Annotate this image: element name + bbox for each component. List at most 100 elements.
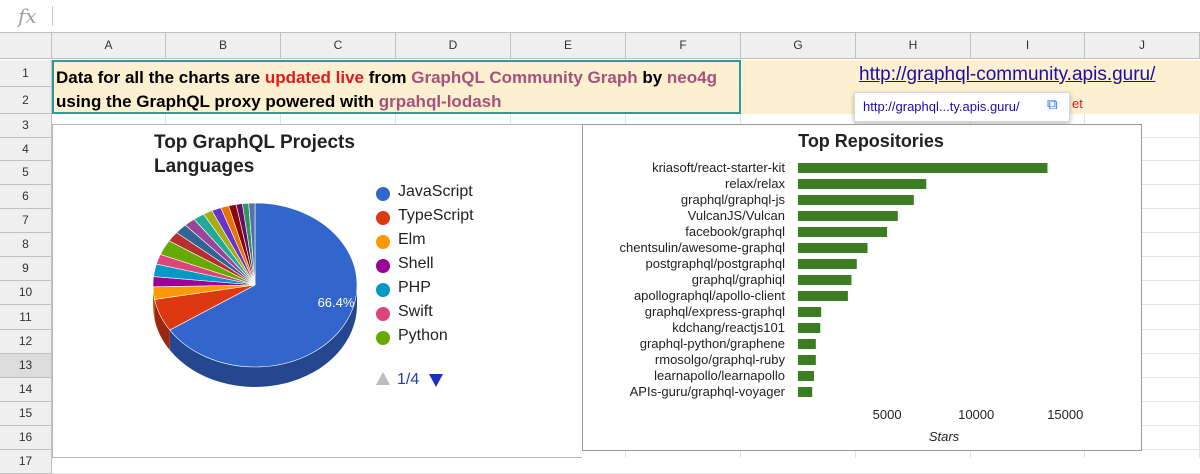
legend-label: Swift xyxy=(398,303,433,321)
row-header-11[interactable]: 11 xyxy=(0,305,52,330)
banner-text-part: by xyxy=(638,68,667,87)
row-header-3[interactable]: 3 xyxy=(0,114,52,138)
open-in-new-icon[interactable]: ⧉ xyxy=(1047,96,1058,113)
row-header-10[interactable]: 10 xyxy=(0,281,52,305)
banner-text: Data for all the charts are updated live… xyxy=(56,66,740,114)
legend-page-indicator: 1/4 xyxy=(397,371,419,389)
bar-label: learnapollo/learnapollo xyxy=(654,368,785,383)
row-header-7[interactable]: 7 xyxy=(0,209,52,233)
legend-next-page-icon[interactable] xyxy=(429,374,443,387)
bar[interactable] xyxy=(798,227,887,237)
x-tick-label: 15000 xyxy=(1047,407,1083,422)
row-header-13[interactable]: 13 xyxy=(0,354,52,378)
row-header-1[interactable]: 1 xyxy=(0,60,52,87)
row-header-14[interactable]: 14 xyxy=(0,378,52,402)
grpahql-lodash-text: grpahql-lodash xyxy=(379,92,502,111)
pie-slice-label: 66.4% xyxy=(318,295,355,310)
bar[interactable] xyxy=(798,371,814,381)
x-tick-label: 5000 xyxy=(873,407,902,422)
bar-label: graphql/graphiql xyxy=(692,272,785,287)
legend-swatch xyxy=(376,211,390,225)
row-header-2[interactable]: 2 xyxy=(0,87,52,114)
row-header-16[interactable]: 16 xyxy=(0,426,52,450)
bar[interactable] xyxy=(798,291,848,301)
community-graph-link[interactable]: http://graphql-community.apis.guru/ xyxy=(859,64,1155,86)
legend-prev-page-icon[interactable] xyxy=(376,372,390,385)
legend-swatch xyxy=(376,187,390,201)
bar[interactable] xyxy=(798,387,812,397)
bar-label: graphql-python/graphene xyxy=(640,336,785,351)
legend-swatch xyxy=(376,235,390,249)
select-all-corner[interactable] xyxy=(0,33,52,59)
partial-cell-text: et xyxy=(1072,96,1083,111)
bar[interactable] xyxy=(798,195,914,205)
formula-bar-divider xyxy=(52,6,53,26)
bar[interactable] xyxy=(798,307,821,317)
column-header-i[interactable]: I xyxy=(971,33,1085,59)
bar[interactable] xyxy=(798,339,816,349)
pie-chart-title: Top GraphQL Projects Languages xyxy=(154,131,404,179)
bar-label: chentsulin/awesome-graphql xyxy=(620,240,786,255)
column-header-e[interactable]: E xyxy=(511,33,626,59)
banner-text-part: Data for all the charts are xyxy=(56,68,265,87)
column-header-f[interactable]: F xyxy=(626,33,741,59)
row-header-4[interactable]: 4 xyxy=(0,138,52,161)
bar-label: facebook/graphql xyxy=(685,224,785,239)
banner-text-part: from xyxy=(364,68,411,87)
bar-label: graphql/express-graphql xyxy=(645,304,785,319)
fx-icon: fx xyxy=(18,4,37,28)
column-header-c[interactable]: C xyxy=(281,33,396,59)
x-tick-label: 10000 xyxy=(958,407,994,422)
column-header-g[interactable]: G xyxy=(741,33,856,59)
bar-label: graphql/graphql-js xyxy=(681,192,786,207)
row-header-12[interactable]: 12 xyxy=(0,330,52,354)
legend-swatch xyxy=(376,283,390,297)
bar-label: kdchang/reactjs101 xyxy=(672,320,785,335)
bar-label: kriasoft/react-starter-kit xyxy=(652,160,785,175)
column-header-j[interactable]: J xyxy=(1085,33,1200,59)
column-header-b[interactable]: B xyxy=(166,33,281,59)
row-header-15[interactable]: 15 xyxy=(0,402,52,426)
updated-live-text: updated live xyxy=(265,68,364,87)
bar[interactable] xyxy=(798,211,898,221)
row-header-6[interactable]: 6 xyxy=(0,185,52,209)
legend-label: Elm xyxy=(398,231,426,249)
row-header-9[interactable]: 9 xyxy=(0,257,52,281)
bar-label: relax/relax xyxy=(725,176,785,191)
legend-label: Python xyxy=(398,327,448,345)
column-header-d[interactable]: D xyxy=(396,33,511,59)
bar[interactable] xyxy=(798,179,926,189)
neo4g-text: neo4g xyxy=(667,68,717,87)
formula-bar[interactable] xyxy=(0,0,1200,33)
bar-label: rmosolgo/graphql-ruby xyxy=(655,352,786,367)
legend-label: PHP xyxy=(398,279,431,297)
bar-label: VulcanJS/Vulcan xyxy=(688,208,785,223)
row-header-8[interactable]: 8 xyxy=(0,233,52,257)
column-header-h[interactable]: H xyxy=(856,33,971,59)
bar-label: postgraphql/postgraphql xyxy=(646,256,786,271)
bar-chart-title: Top Repositories xyxy=(798,131,944,151)
bar[interactable] xyxy=(798,275,851,285)
pie-title-line1: Top GraphQL Projects xyxy=(154,131,404,155)
legend-swatch xyxy=(376,307,390,321)
legend-label: Shell xyxy=(398,255,434,273)
bar[interactable] xyxy=(798,163,1047,173)
x-axis-label: Stars xyxy=(929,429,960,444)
row-header-5[interactable]: 5 xyxy=(0,161,52,185)
tooltip-link[interactable]: http://graphql...ty.apis.guru/ xyxy=(863,99,1020,114)
legend-swatch xyxy=(376,259,390,273)
banner-text-part: using the GraphQL proxy powered with xyxy=(56,92,379,111)
legend-label: TypeScript xyxy=(398,207,474,225)
bar[interactable] xyxy=(798,259,857,269)
bar-label: APIs-guru/graphql-voyager xyxy=(630,384,786,399)
pie-chart[interactable]: 66.4% xyxy=(140,185,380,390)
column-header-a[interactable]: A xyxy=(52,33,166,59)
bar[interactable] xyxy=(798,243,867,253)
pie-title-line2: Languages xyxy=(154,155,404,179)
legend-swatch xyxy=(376,331,390,345)
row-header-17[interactable]: 17 xyxy=(0,450,52,474)
bar[interactable] xyxy=(798,355,816,365)
bar[interactable] xyxy=(798,323,820,333)
legend-label: JavaScript xyxy=(398,183,473,201)
bar-chart[interactable]: Top Repositories kriasoft/react-starter-k… xyxy=(582,124,1142,451)
